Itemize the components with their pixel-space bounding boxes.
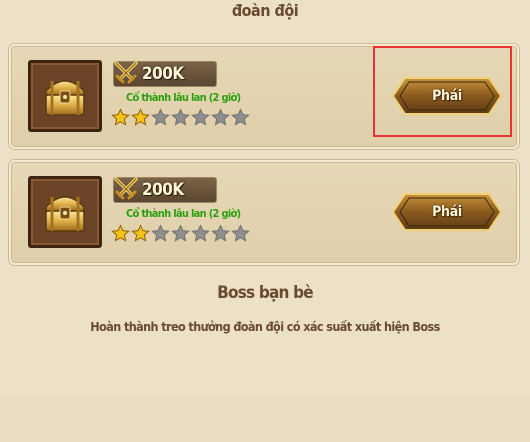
star-empty-icon: [231, 224, 250, 242]
boss-section-title: Boss bạn bè: [217, 283, 314, 303]
star-empty-icon: [151, 224, 170, 242]
power-badge: 200K: [113, 61, 217, 87]
highlight-box: [373, 46, 512, 137]
boss-section-description: Hoàn thành treo thưởng đoàn đội có xác s…: [90, 319, 440, 334]
star-rating: [111, 108, 250, 128]
star-filled-icon: [111, 224, 130, 242]
page-title: đoàn đội: [231, 1, 299, 20]
star-empty-icon: [191, 108, 210, 126]
crossed-swords-icon: [114, 61, 138, 84]
reward-chest-frame: [28, 176, 102, 248]
star-empty-icon: [151, 108, 170, 126]
star-empty-icon: [231, 108, 250, 126]
star-empty-icon: [171, 108, 190, 126]
star-filled-icon: [131, 108, 150, 126]
treasure-chest-icon: [45, 80, 85, 116]
star-empty-icon: [211, 108, 230, 126]
bounty-card: 200K Cổ thành lâu lan (2 giờ) Phái: [9, 160, 519, 265]
bottom-panel: [0, 395, 530, 442]
dispatch-button-label: Phái: [432, 204, 462, 220]
power-value: 200K: [142, 64, 184, 84]
star-filled-icon: [131, 224, 150, 242]
star-empty-icon: [191, 224, 210, 242]
location-text: Cổ thành lâu lan (2 giờ): [126, 207, 241, 220]
treasure-chest-icon: [45, 196, 85, 232]
crossed-swords-icon: [114, 177, 138, 200]
star-empty-icon: [171, 224, 190, 242]
dispatch-button[interactable]: Phái: [391, 192, 503, 232]
star-rating: [111, 224, 250, 244]
star-filled-icon: [111, 108, 130, 126]
location-text: Cổ thành lâu lan (2 giờ): [126, 91, 241, 104]
reward-chest-frame: [28, 60, 102, 132]
star-empty-icon: [211, 224, 230, 242]
power-badge: 200K: [113, 177, 217, 203]
power-value: 200K: [142, 180, 184, 200]
